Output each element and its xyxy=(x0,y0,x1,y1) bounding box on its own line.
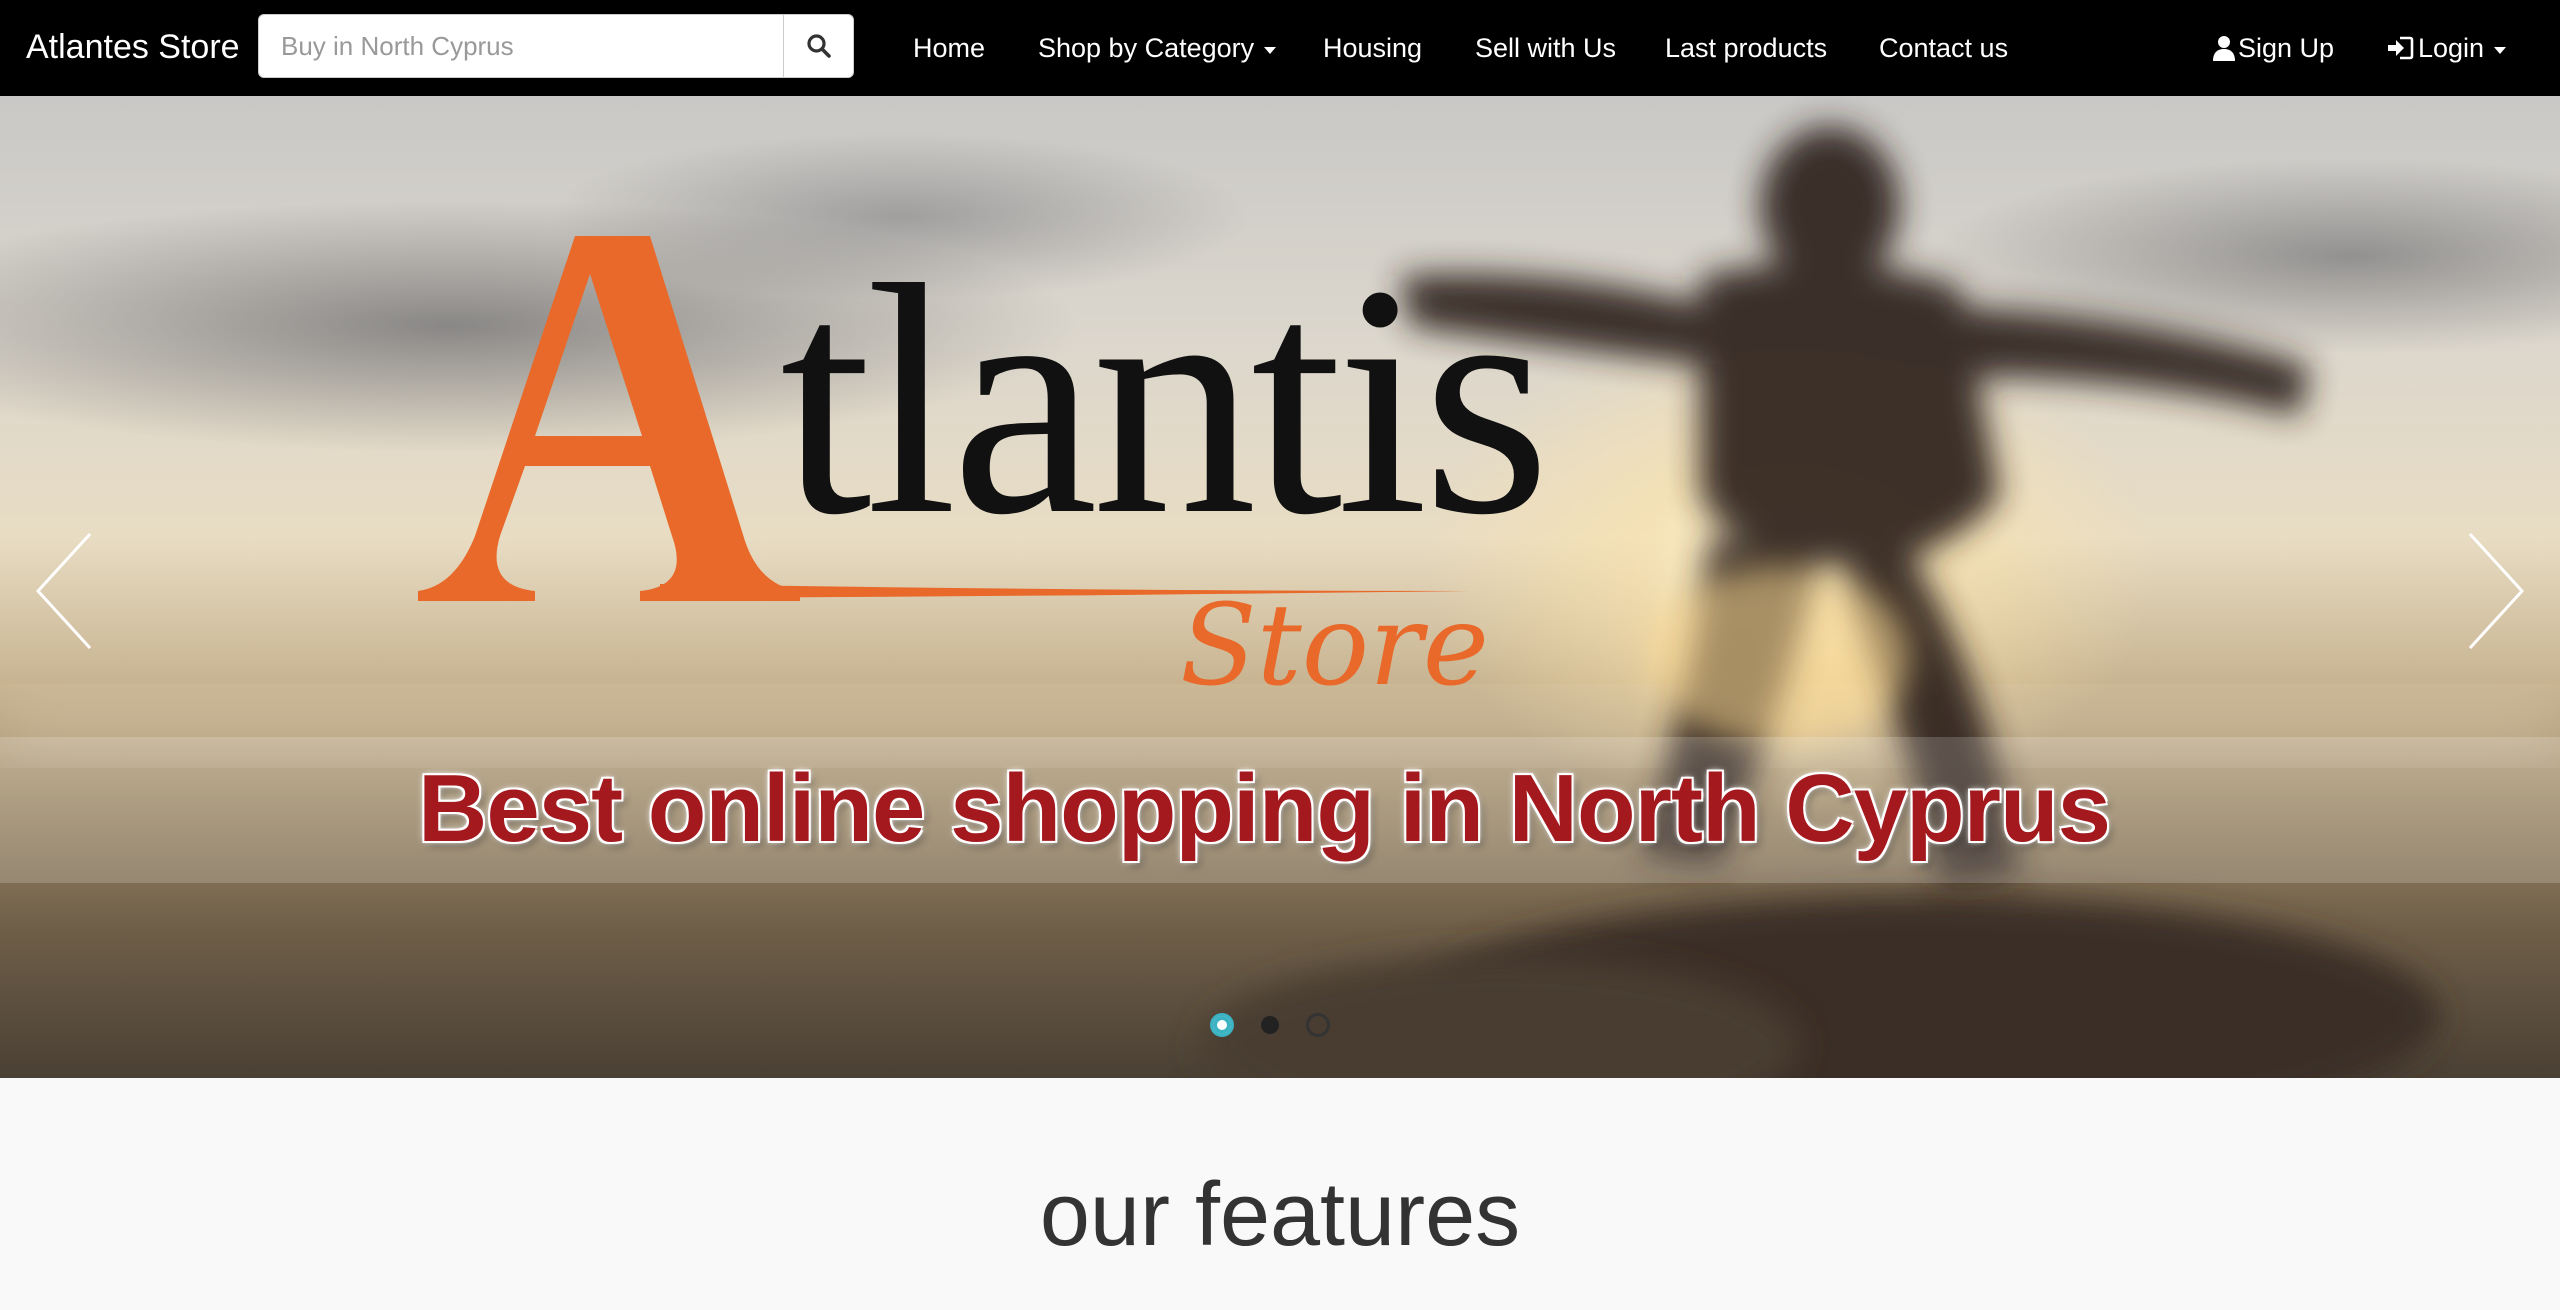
nav-home-label: Home xyxy=(913,33,986,63)
search-input[interactable] xyxy=(259,15,784,77)
hero-tagline: Best online shopping in North Cyprus xyxy=(418,755,2111,862)
nav-contact-us-label: Contact us xyxy=(1879,33,2009,63)
brand-link[interactable]: Atlantes Store xyxy=(26,27,240,67)
features-heading: our features xyxy=(1039,1165,1521,1265)
chevron-right-icon xyxy=(2468,532,2525,650)
search-form xyxy=(258,14,854,78)
signup-label: Sign Up xyxy=(2238,33,2335,63)
nav-home[interactable]: Home xyxy=(913,30,985,66)
top-navbar: Atlantes Store Home Shop by Category Hou… xyxy=(0,0,2560,96)
carousel-prev-button[interactable] xyxy=(30,526,110,656)
nav-housing[interactable]: Housing xyxy=(1323,30,1422,66)
carousel-indicator-3[interactable] xyxy=(1306,1013,1330,1037)
search-icon xyxy=(806,34,831,58)
logo-wordmark: tlantis xyxy=(780,218,1551,583)
nav-contact-us[interactable]: Contact us xyxy=(1879,30,2008,66)
login-icon xyxy=(2388,36,2414,60)
carousel-indicator-1[interactable] xyxy=(1210,1013,1234,1037)
carousel-indicators xyxy=(1210,1013,1330,1037)
signup-link[interactable]: Sign Up xyxy=(2212,30,2334,66)
carousel-indicator-2[interactable] xyxy=(1261,1016,1279,1034)
nav-last-products-label: Last products xyxy=(1665,33,1828,63)
chevron-down-icon xyxy=(1264,46,1277,54)
nav-shop-by-category[interactable]: Shop by Category xyxy=(1038,30,1277,66)
hero-carousel: tlantis Store Best online shopping in No… xyxy=(0,96,2560,1078)
carousel-next-button[interactable] xyxy=(2450,526,2530,656)
nav-sell-with-us-label: Sell with Us xyxy=(1475,33,1617,63)
chevron-down-icon xyxy=(2494,46,2507,54)
logo-subtitle: Store xyxy=(1180,581,1489,711)
login-label: Login xyxy=(2418,33,2485,63)
chevron-left-icon xyxy=(35,532,92,650)
user-icon xyxy=(2213,36,2235,61)
nav-sell-with-us[interactable]: Sell with Us xyxy=(1475,30,1616,66)
login-dropdown[interactable]: Login xyxy=(2386,30,2507,66)
nav-shop-by-category-label: Shop by Category xyxy=(1038,33,1255,63)
nav-housing-label: Housing xyxy=(1323,33,1423,63)
search-button[interactable] xyxy=(783,15,853,77)
nav-last-products[interactable]: Last products xyxy=(1665,30,1827,66)
